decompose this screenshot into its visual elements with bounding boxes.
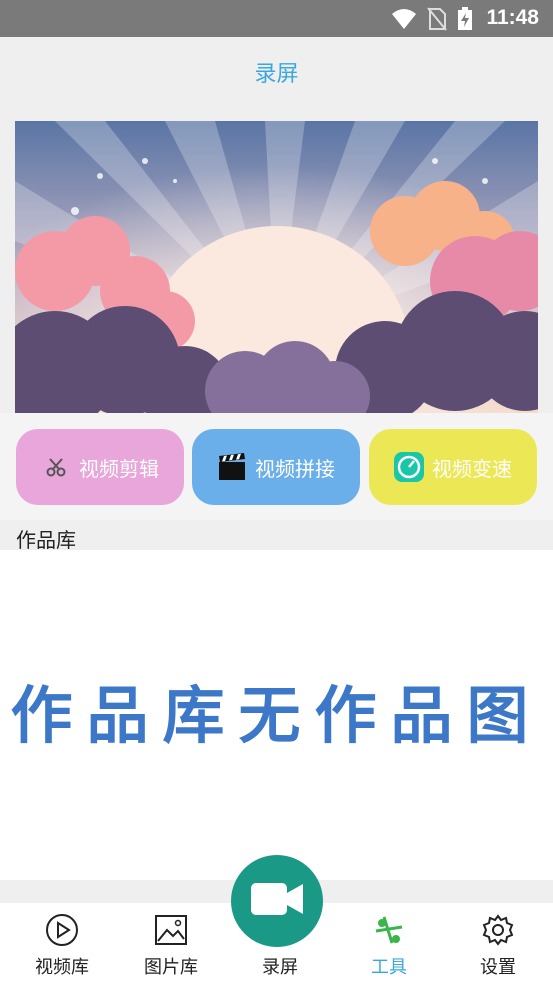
video-speed-button[interactable]: 视频变速 — [369, 429, 537, 505]
tab-label: 图片库 — [144, 957, 198, 978]
video-join-button[interactable]: 视频拼接 — [192, 429, 360, 505]
status-bar: 11:48 — [0, 0, 553, 37]
status-icons — [391, 7, 473, 35]
tab-label: 视频库 — [35, 957, 89, 978]
tab-settings[interactable]: 设置 — [453, 911, 543, 979]
clapperboard-icon — [217, 452, 247, 482]
image-icon — [126, 911, 216, 949]
page-title: 录屏 — [254, 62, 299, 87]
wifi-icon — [391, 8, 417, 34]
tab-label: 录屏 — [262, 957, 298, 978]
gear-icon — [453, 911, 543, 949]
video-join-label: 视频拼接 — [255, 456, 335, 481]
video-camera-icon — [251, 881, 303, 921]
status-time: 11:48 — [486, 6, 539, 29]
play-circle-icon — [17, 911, 107, 949]
tab-tools[interactable]: 工具 — [344, 911, 434, 979]
banner-image — [15, 121, 538, 413]
works-label: 作品库 — [16, 528, 76, 552]
record-button[interactable] — [231, 855, 323, 947]
tools-scissors-icon — [344, 911, 434, 949]
tab-image-library[interactable]: 图片库 — [126, 911, 216, 979]
app-header: 录屏 — [0, 37, 553, 107]
works-list: 作品库无作品图 — [0, 550, 553, 880]
tab-label: 设置 — [480, 957, 516, 978]
works-empty-text: 作品库无作品图 — [10, 679, 543, 752]
scissors-icon — [41, 452, 71, 482]
video-cut-label: 视频剪辑 — [79, 456, 159, 481]
no-sim-icon — [427, 7, 447, 35]
speedometer-icon — [394, 452, 424, 482]
video-cut-button[interactable]: 视频剪辑 — [16, 429, 184, 505]
tools-row: 视频剪辑 视频拼接 视频变速 — [0, 413, 553, 520]
battery-charging-icon — [457, 7, 473, 35]
tab-label: 工具 — [371, 957, 407, 978]
tab-video-library[interactable]: 视频库 — [17, 911, 107, 979]
video-speed-label: 视频变速 — [432, 456, 512, 481]
